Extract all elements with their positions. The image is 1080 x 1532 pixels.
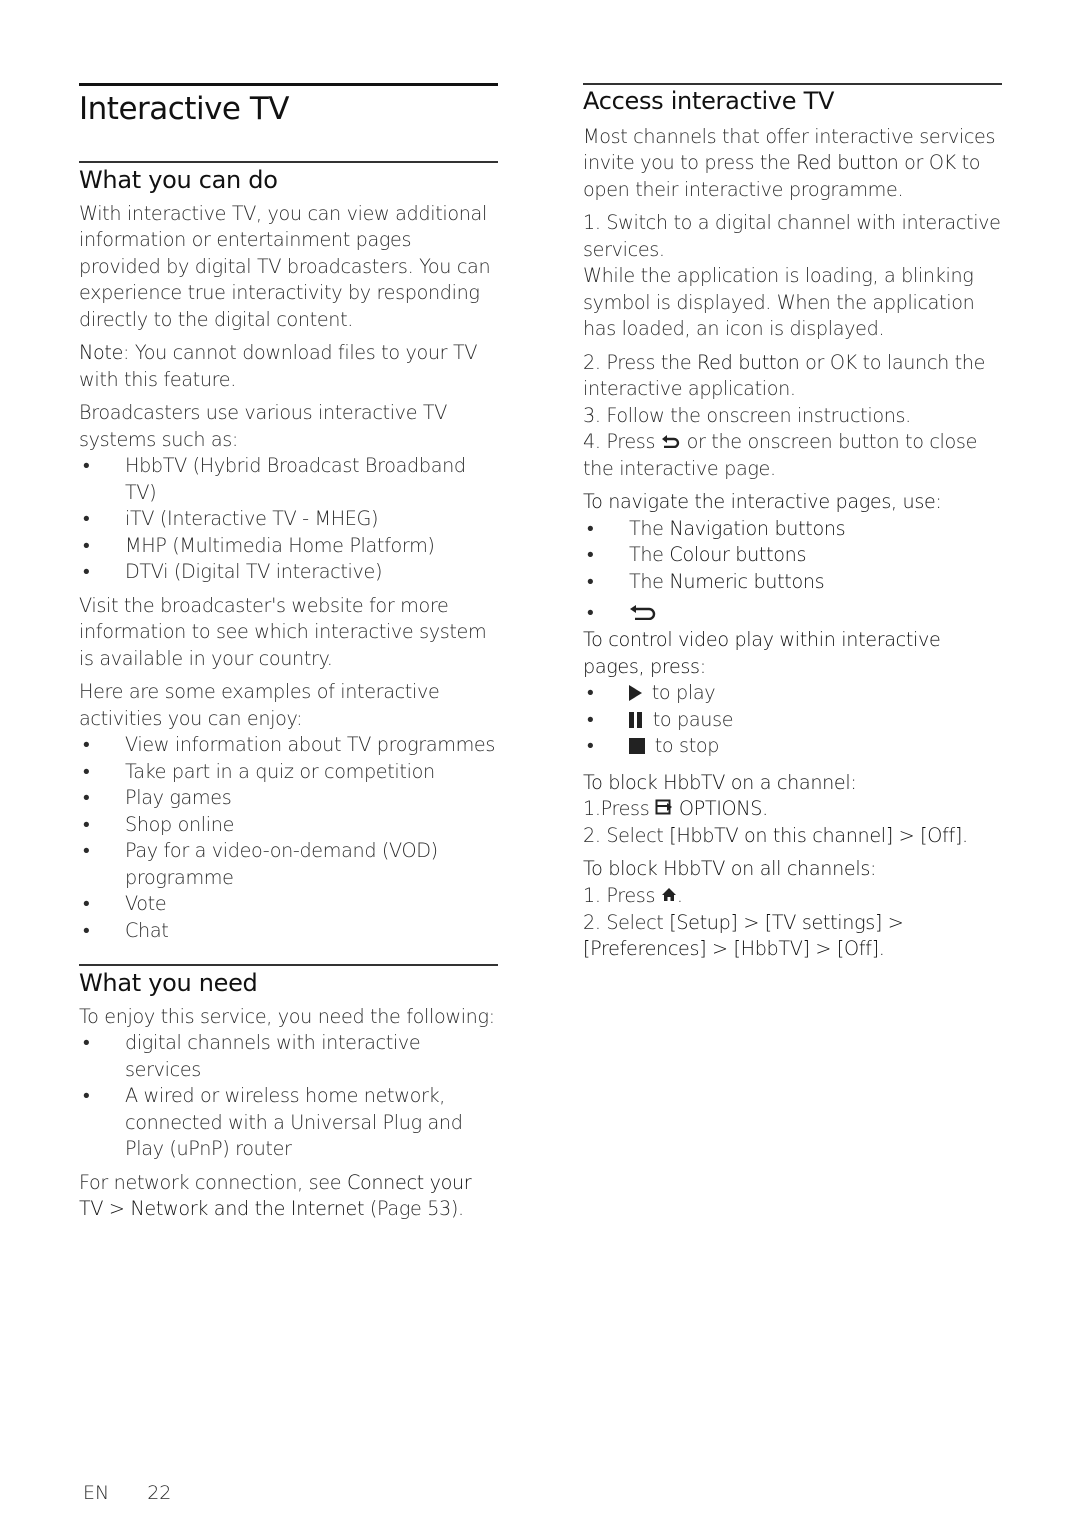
visit-paragraph: Visit the broadcaster's website for more… bbox=[79, 593, 487, 670]
section-heading-what-you-can-do: What you can do bbox=[79, 165, 278, 194]
systems-list: • HbbTV (Hybrid Broadcast Broadband TV) •… bbox=[79, 453, 498, 586]
section-rule bbox=[583, 83, 1002, 85]
pause-icon bbox=[629, 711, 643, 728]
list-item: • DTVi (Digital TV interactive) bbox=[83, 560, 383, 583]
list-item: • HbbTV (Hybrid Broadcast Broadband TV) bbox=[83, 454, 466, 504]
access-intro: Most channels that offer interactive ser… bbox=[583, 124, 996, 201]
list-item: • bbox=[583, 600, 1002, 627]
video-intro: To control video play within interactive… bbox=[583, 628, 941, 678]
list-item: • to play bbox=[587, 681, 716, 704]
language-code: EN bbox=[83, 1482, 110, 1504]
title-rule bbox=[79, 83, 498, 86]
page-number: 22 bbox=[147, 1482, 172, 1504]
stop-icon bbox=[629, 738, 645, 754]
step-4: 4. Press or the onscreen button to close… bbox=[583, 429, 978, 480]
list-item: • MHP (Multimedia Home Platform) bbox=[83, 533, 435, 557]
list-item: • to stop bbox=[587, 734, 720, 757]
page-title: Interactive TV bbox=[79, 91, 290, 127]
list-item: • Chat bbox=[83, 918, 169, 942]
list-item: • to pause bbox=[587, 707, 734, 731]
block-all-step-2: 2. Select [Setup] > [TV settings] > [Pre… bbox=[583, 910, 904, 961]
section-heading-access: Access interactive TV bbox=[583, 86, 835, 115]
list-item: • The Navigation buttons bbox=[587, 516, 846, 540]
right-column: Access interactive TV Most channels that… bbox=[583, 83, 1002, 963]
list-item: • View information about TV programmes bbox=[83, 733, 496, 756]
note-label: Note bbox=[79, 341, 124, 364]
list-item: • Play games bbox=[83, 786, 232, 809]
back-icon bbox=[661, 429, 681, 456]
block-channel-intro: To block HbbTV on a channel: bbox=[583, 770, 857, 794]
examples-list: • View information about TV programmes • T… bbox=[79, 732, 498, 944]
video-list: • to play • to pause • to stop bbox=[583, 680, 1002, 760]
left-column: Interactive TV What you can do With inte… bbox=[79, 83, 498, 1223]
systems-intro: Broadcasters use various interactive TV … bbox=[79, 401, 448, 451]
network-reference: For network connection, see Connect your… bbox=[79, 1170, 472, 1221]
navigate-intro: To navigate the interactive pages, use: bbox=[583, 490, 942, 514]
note-paragraph: Note: You cannot download files to your … bbox=[79, 341, 478, 391]
list-item: • Vote bbox=[83, 892, 167, 915]
section-rule bbox=[79, 964, 498, 966]
block-all-step-1: 1. Press . bbox=[583, 883, 1002, 910]
need-intro: To enjoy this service, you need the foll… bbox=[79, 1004, 495, 1028]
step-3: 3. Follow the onscreen instructions. bbox=[583, 403, 911, 427]
page-footer: EN 22 bbox=[83, 1482, 171, 1504]
home-icon bbox=[661, 883, 677, 910]
step-2: 2. Press the Red button or OK to launch … bbox=[583, 350, 986, 401]
list-item: • iTV (Interactive TV - MHEG) bbox=[83, 507, 379, 530]
list-item: • Take part in a quiz or competition bbox=[83, 759, 435, 783]
block-channel-step-1: 1.Press OPTIONS. bbox=[583, 796, 1002, 823]
examples-intro: Here are some examples of interactive ac… bbox=[79, 680, 440, 730]
need-list: • digital channels with interactive servi… bbox=[79, 1030, 498, 1163]
list-item: • digital channels with interactive servi… bbox=[83, 1031, 421, 1081]
list-item: • Shop online bbox=[83, 812, 235, 836]
options-icon bbox=[655, 796, 673, 823]
red-button-label: Red button bbox=[796, 151, 899, 174]
list-item: • Pay for a video-on-demand (VOD) program… bbox=[83, 839, 438, 889]
intro-paragraph: With interactive TV, you can view additi… bbox=[79, 201, 491, 331]
block-channel-step-2: 2. Select [HbbTV on this channel] > [Off… bbox=[583, 823, 968, 847]
block-all-intro: To block HbbTV on all channels: bbox=[583, 857, 877, 881]
list-item: • The Numeric buttons bbox=[587, 569, 825, 593]
section-heading-what-you-need: What you need bbox=[79, 968, 258, 997]
list-item: • The Colour buttons bbox=[587, 543, 807, 567]
section-rule bbox=[79, 161, 498, 163]
list-item: • A wired or wireless home network, conne… bbox=[83, 1084, 463, 1160]
step-1-note: While the application is loading, a blin… bbox=[583, 264, 975, 340]
play-icon bbox=[629, 685, 642, 701]
back-icon bbox=[629, 601, 657, 628]
navigate-list: • The Navigation buttons • The Colour butt… bbox=[583, 516, 1002, 627]
step-1: 1. Switch to a digital channel with inte… bbox=[583, 211, 1001, 261]
